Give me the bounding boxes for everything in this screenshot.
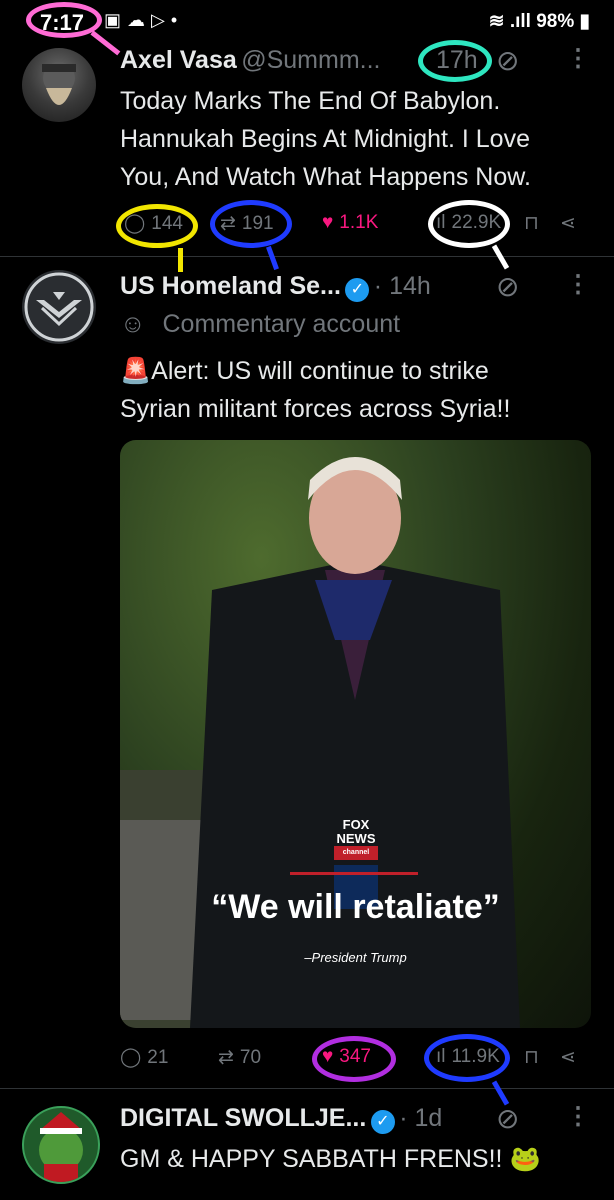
display-name[interactable]: DIGITAL SWOLLJE... — [120, 1104, 366, 1132]
like-button[interactable]: ♥ 1.1K — [322, 212, 378, 234]
annotation-circle-views-2 — [424, 1034, 510, 1082]
tweet-text: GM & HAPPY SABBATH FRENS!! 🐸 — [120, 1145, 541, 1173]
tweet-text: Today Marks The End Of Babylon. Hannukah… — [120, 82, 600, 196]
more-options-icon[interactable]: ⋮ — [566, 44, 590, 73]
image-caption: “We will retaliate” — [211, 888, 500, 926]
verified-icon: ✓ — [345, 277, 370, 302]
like-count: 1.1K — [339, 212, 379, 233]
avatar-image — [39, 1112, 83, 1182]
tweet-image[interactable]: FOX NEWS channel “We will retaliate” –Pr… — [120, 440, 591, 1028]
tweet-photo — [120, 457, 520, 1028]
bookmark-icon[interactable]: ⊓ — [524, 212, 539, 235]
logo-line: FOX — [342, 817, 370, 832]
tweet-time[interactable]: · 14h — [374, 272, 431, 300]
tweet-line: You, And Watch What Happens Now. — [120, 163, 531, 191]
reply-button[interactable]: ◯ 21 — [120, 1046, 168, 1069]
logo-line: NEWS — [336, 831, 376, 846]
image-attribution: –President Trump — [304, 950, 407, 965]
reply-icon: ◯ — [120, 1047, 142, 1068]
fox-news-logo: FOX NEWS channel — [334, 818, 378, 860]
annotation-circle-likes — [312, 1036, 396, 1082]
repost-icon: ⇄ — [218, 1047, 234, 1068]
eagle-logo-icon — [24, 272, 94, 342]
tweet-header: DIGITAL SWOLLJE... ✓ · 1d — [120, 1104, 442, 1134]
grok-icon[interactable]: ⊘ — [496, 44, 519, 77]
tweet-line: Today Marks The End Of Babylon. — [120, 87, 501, 115]
tweet-line: Hannukah Begins At Midnight. I Love — [120, 125, 530, 153]
tweet-header: Axel Vasa @Summm... — [120, 46, 381, 75]
logo-line: channel — [334, 846, 378, 860]
commentary-label: ☺ Commentary account — [120, 310, 400, 339]
reply-count: 21 — [147, 1046, 169, 1068]
annotation-circle-reposts — [210, 200, 292, 248]
bookmark-icon[interactable]: ⊓ — [524, 1046, 539, 1069]
avatar[interactable] — [22, 270, 96, 344]
display-name[interactable]: Axel Vasa — [120, 46, 237, 74]
avatar[interactable] — [22, 1106, 100, 1184]
share-icon[interactable]: ⋖ — [560, 1046, 576, 1069]
tweet-header: US Homeland Se... ✓ · 14h — [120, 272, 431, 302]
siren-icon: 🚨 — [120, 357, 152, 385]
tweet-line: Syrian militant forces across Syria!! — [120, 395, 511, 423]
annotation-tail — [178, 248, 183, 272]
commentary-text: Commentary account — [162, 310, 401, 338]
theater-icon: ☺ — [120, 310, 146, 338]
verified-icon: ✓ — [370, 1109, 395, 1134]
tweet-text: 🚨Alert: US will continue to strike Syria… — [120, 352, 600, 428]
annotation-circle-views — [428, 200, 510, 248]
repost-count: 70 — [239, 1046, 262, 1068]
annotation-circle-replies — [116, 204, 198, 248]
grok-icon[interactable]: ⊘ — [496, 270, 519, 303]
tweet-line: Alert: US will continue to strike — [151, 357, 489, 385]
tweet-3[interactable]: DIGITAL SWOLLJE... ✓ · 1d ⊘ ⋮ GM & HAPPY… — [0, 1088, 614, 1200]
more-options-icon[interactable]: ⋮ — [566, 1102, 590, 1131]
avatar[interactable] — [22, 48, 96, 122]
tweet-1[interactable]: Axel Vasa @Summm... 17h ⊘ ⋮ Today Marks … — [0, 0, 614, 256]
display-name[interactable]: US Homeland Se... — [120, 272, 341, 300]
tweet-time[interactable]: · 1d — [399, 1104, 442, 1132]
heart-icon: ♥ — [322, 212, 334, 233]
grok-icon[interactable]: ⊘ — [496, 1102, 519, 1135]
repost-button[interactable]: ⇄ 70 — [218, 1046, 261, 1069]
avatar-image — [42, 62, 76, 105]
handle[interactable]: @Summm... — [241, 46, 380, 74]
share-icon[interactable]: ⋖ — [560, 212, 576, 235]
annotation-circle-timestamp — [418, 40, 492, 82]
more-options-icon[interactable]: ⋮ — [566, 270, 590, 299]
